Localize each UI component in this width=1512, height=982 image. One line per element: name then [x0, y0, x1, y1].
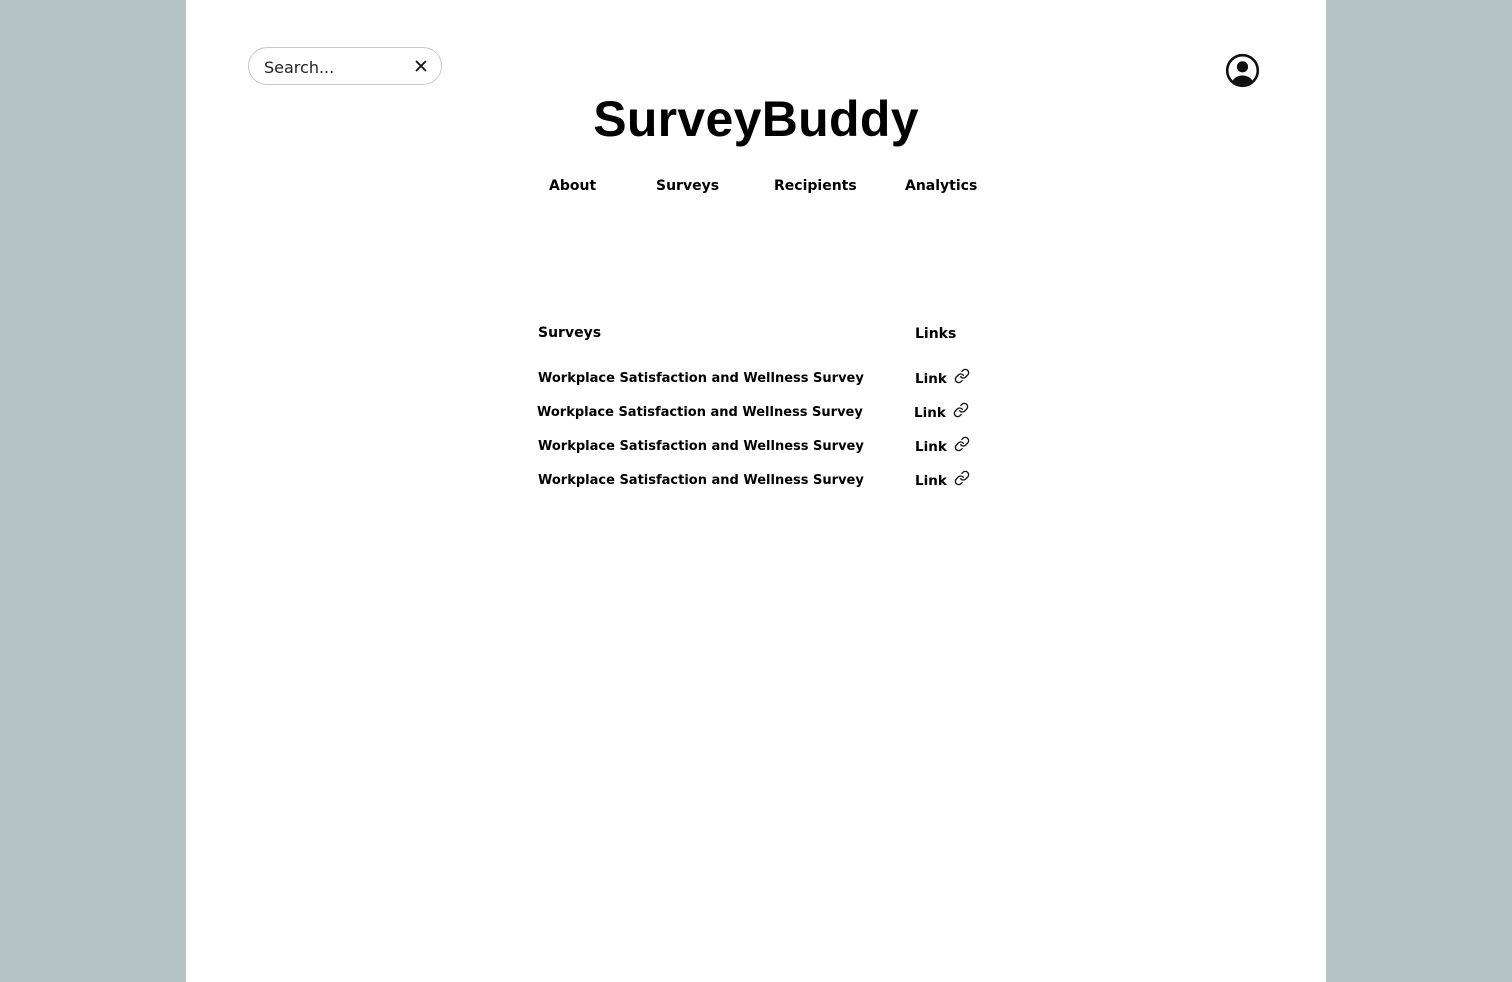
survey-link-label: Link — [915, 439, 947, 455]
search-input[interactable] — [264, 55, 404, 79]
site-title: SurveyBuddy — [593, 91, 919, 147]
survey-link-label: Link — [914, 405, 946, 421]
link-icon — [954, 368, 970, 384]
survey-link[interactable]: Link — [915, 436, 970, 456]
survey-link-label: Link — [915, 473, 947, 489]
survey-link[interactable]: Link — [915, 368, 970, 388]
nav-item-surveys[interactable]: Surveys — [656, 177, 719, 195]
survey-link[interactable]: Link — [914, 402, 969, 422]
link-icon — [953, 402, 969, 418]
nav-item-analytics[interactable]: Analytics — [905, 177, 977, 195]
nav-item-recipients[interactable]: Recipients — [774, 177, 857, 195]
link-icon — [954, 436, 970, 452]
user-circle-icon[interactable] — [1225, 53, 1260, 88]
nav-item-about[interactable]: About — [549, 177, 596, 195]
survey-link-label: Link — [915, 371, 947, 387]
survey-name: Workplace Satisfaction and Wellness Surv… — [538, 439, 864, 454]
page-container: SurveyBuddy About Surveys Recipients Ana… — [186, 0, 1326, 982]
survey-name: Workplace Satisfaction and Wellness Surv… — [538, 473, 864, 488]
column-header-links: Links — [915, 326, 957, 342]
close-icon[interactable] — [413, 58, 429, 74]
link-icon — [954, 470, 970, 486]
survey-link[interactable]: Link — [915, 470, 970, 490]
survey-name: Workplace Satisfaction and Wellness Surv… — [537, 405, 863, 420]
column-header-surveys: Surveys — [538, 325, 602, 341]
search-box[interactable] — [248, 47, 442, 85]
survey-name: Workplace Satisfaction and Wellness Surv… — [538, 371, 864, 386]
